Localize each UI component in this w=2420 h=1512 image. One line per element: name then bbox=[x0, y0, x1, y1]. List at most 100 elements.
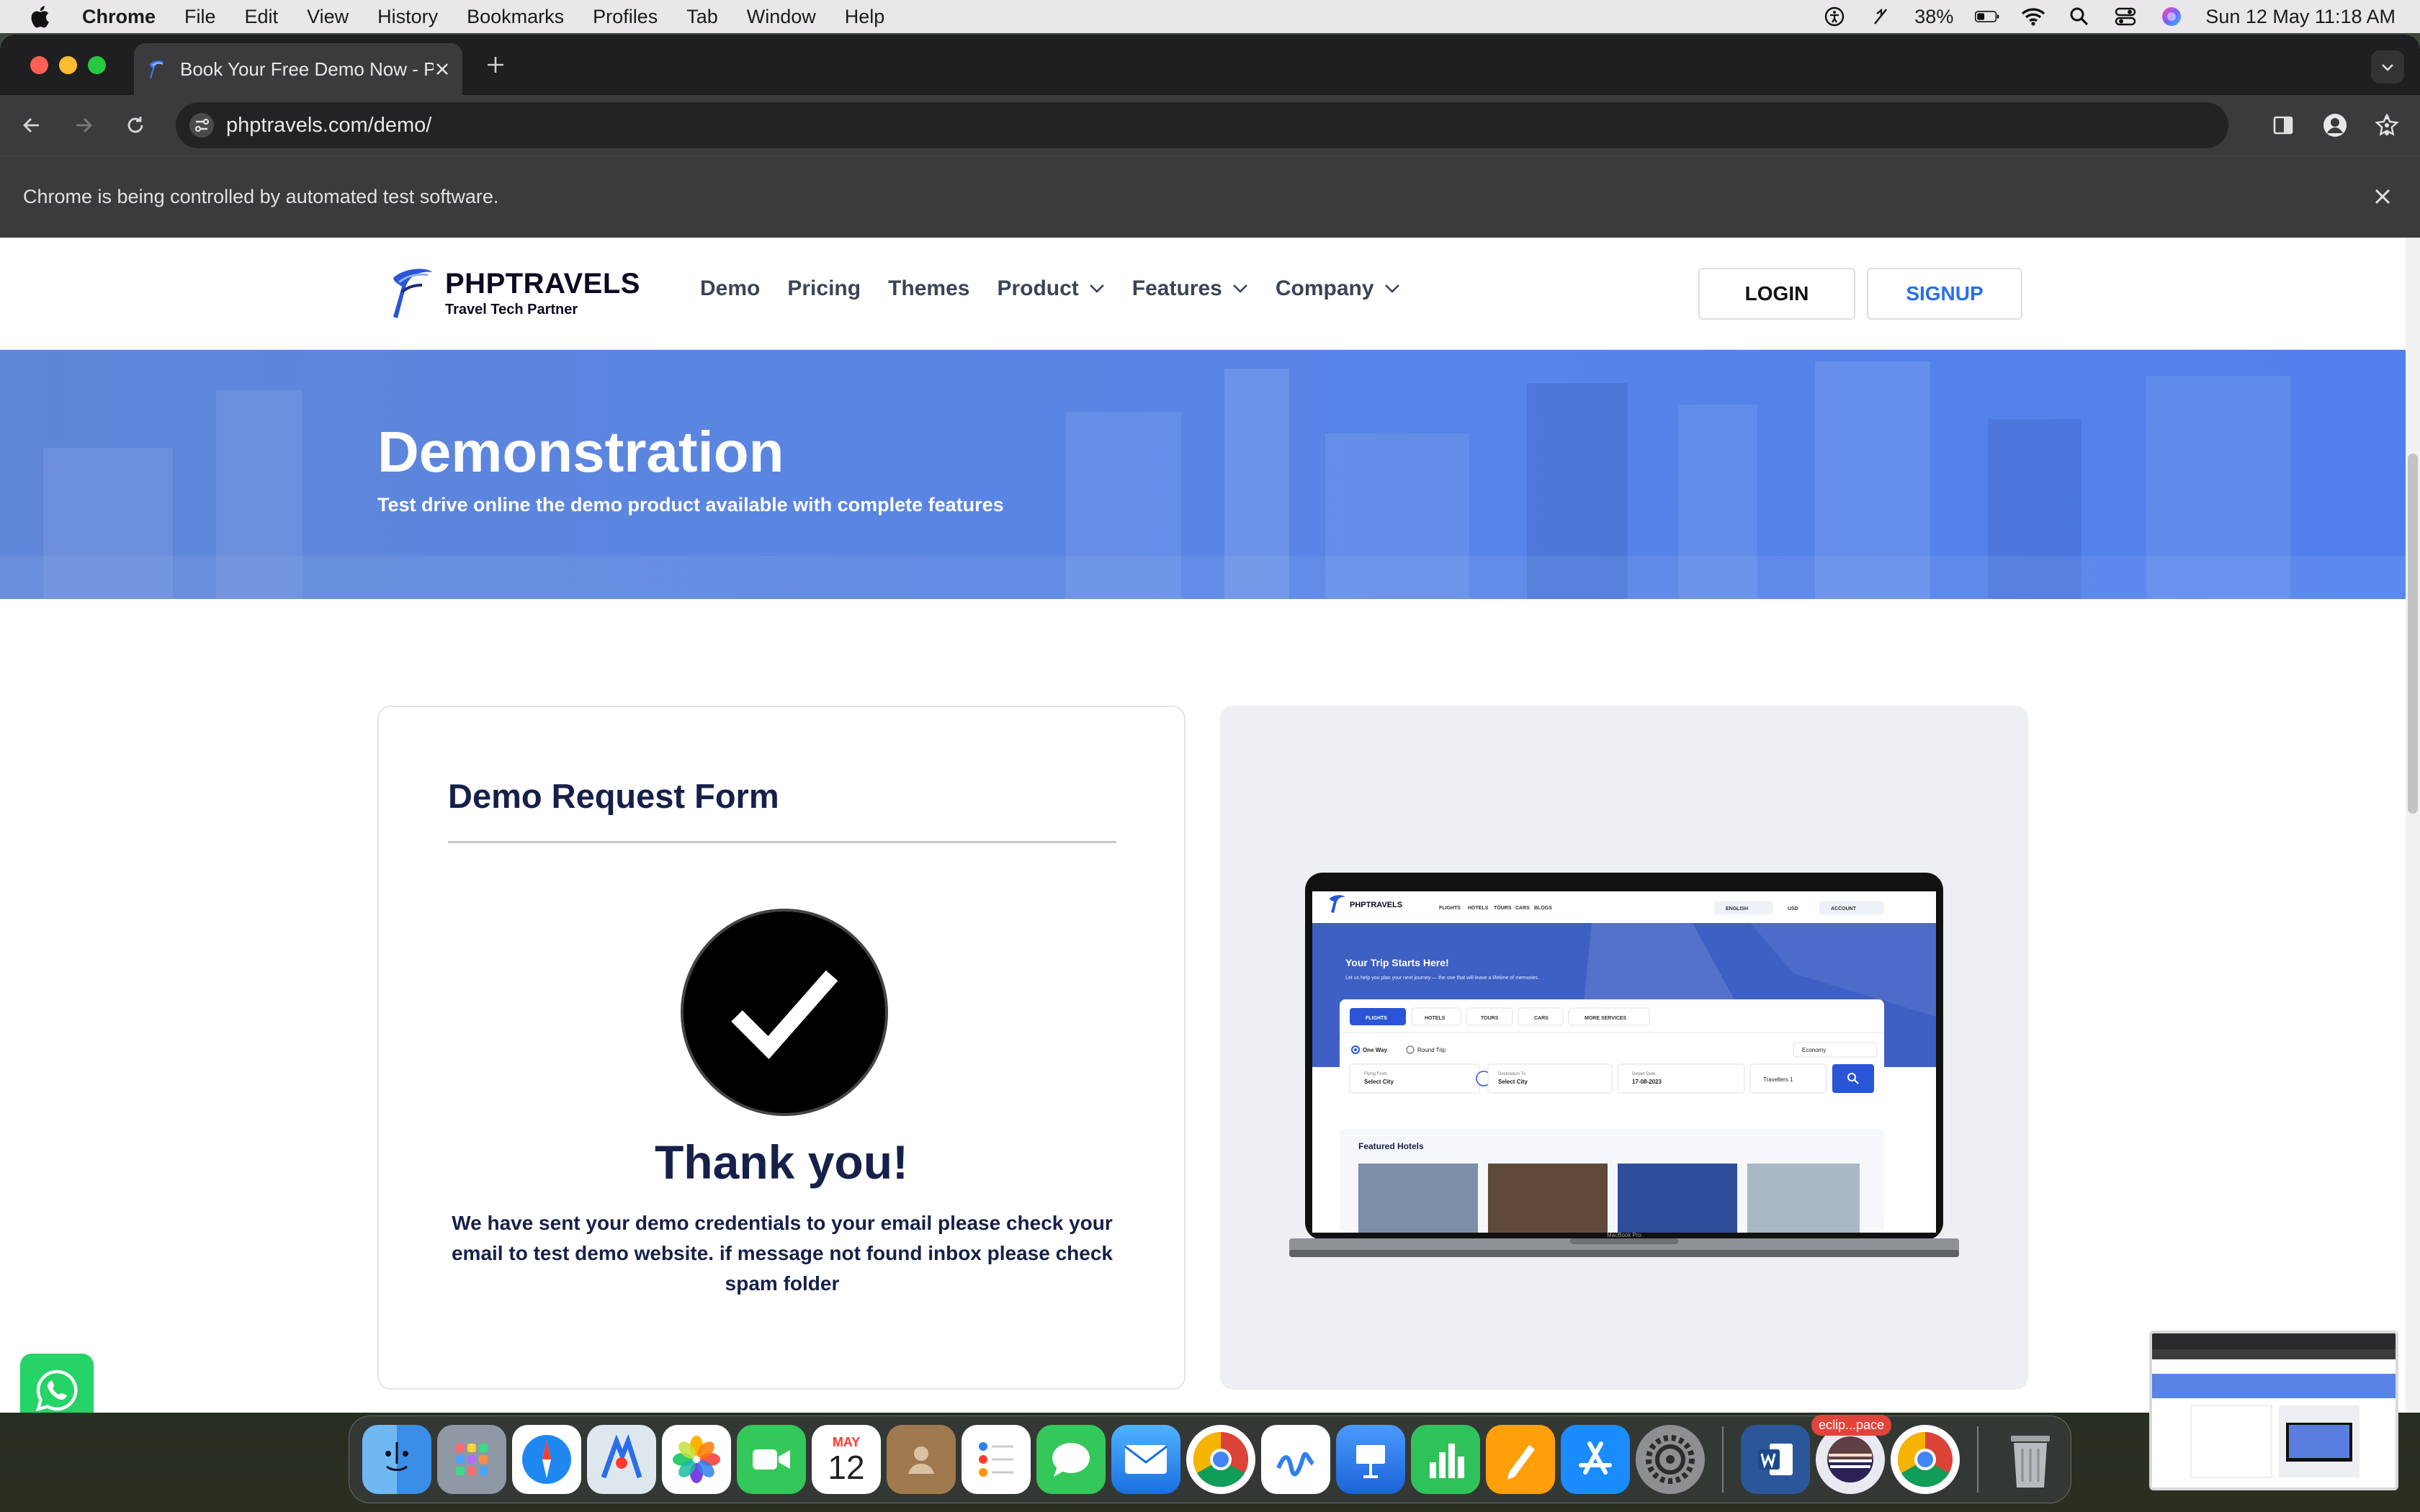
side-panel-icon bbox=[2273, 116, 2293, 135]
hero-subtitle: Test drive online the demo product avail… bbox=[377, 494, 1004, 516]
dock-freeform[interactable] bbox=[1261, 1425, 1330, 1494]
minimize-window-button[interactable] bbox=[59, 56, 77, 74]
page-scrollbar[interactable] bbox=[2406, 238, 2420, 1413]
menu-edit[interactable]: Edit bbox=[245, 6, 279, 28]
tab-active[interactable]: Book Your Free Demo Now - P bbox=[134, 43, 462, 95]
dock-keynote[interactable] bbox=[1336, 1425, 1405, 1494]
dock-photos[interactable] bbox=[662, 1425, 731, 1494]
profile-button[interactable] bbox=[2315, 105, 2355, 145]
favicon-icon bbox=[150, 60, 164, 78]
side-panel-button[interactable] bbox=[2263, 105, 2303, 145]
dock-calendar[interactable]: MAY 12 bbox=[812, 1425, 881, 1494]
close-window-button[interactable] bbox=[30, 56, 48, 74]
preview-headline: Your Trip Starts Here! bbox=[1345, 957, 1449, 968]
product-preview-card: PHPTRAVELS FLIGHTS HOTELS TOURS CARS BLO… bbox=[1220, 706, 2028, 1390]
address-bar[interactable]: phptravels.com/demo/ bbox=[176, 102, 2399, 148]
phptravels-logo-icon bbox=[393, 269, 432, 318]
login-button[interactable]: LOGIN bbox=[1698, 268, 1855, 320]
tab-title: Book Your Free Demo Now - P bbox=[180, 58, 434, 80]
preview-one-way: One Way bbox=[1363, 1047, 1387, 1053]
menu-tab[interactable]: Tab bbox=[686, 6, 718, 28]
dock-safari[interactable] bbox=[512, 1425, 581, 1494]
menu-clock[interactable]: Sun 12 May 11:18 AM bbox=[2205, 6, 2396, 28]
dock-system-settings[interactable] bbox=[1636, 1425, 1705, 1494]
window-thumbnail[interactable] bbox=[2149, 1331, 2398, 1490]
chrome-menu-button[interactable] bbox=[2367, 105, 2407, 145]
preview-tab-tours: TOURS bbox=[1481, 1016, 1499, 1021]
menu-file[interactable]: File bbox=[184, 6, 216, 28]
back-button[interactable] bbox=[12, 105, 52, 145]
dock-reminders[interactable] bbox=[962, 1425, 1031, 1494]
calendar-month: MAY bbox=[832, 1434, 861, 1449]
macos-dock: MAY 12 eclip...pace bbox=[349, 1415, 2071, 1503]
close-icon[interactable] bbox=[2370, 184, 2396, 210]
menu-app-name[interactable]: Chrome bbox=[82, 6, 156, 28]
menu-help[interactable]: Help bbox=[845, 6, 885, 28]
scrollbar-thumb[interactable] bbox=[2408, 454, 2418, 814]
preview-nav-hotels: HOTELS bbox=[1468, 906, 1489, 911]
chrome-icon bbox=[1897, 1431, 1953, 1488]
logo-name: PHPTRAVELS bbox=[445, 268, 640, 300]
wifi-icon[interactable] bbox=[2021, 6, 2045, 27]
tab-strip: Book Your Free Demo Now - P bbox=[0, 35, 2420, 95]
dock-chrome[interactable] bbox=[1186, 1425, 1255, 1494]
whatsapp-chat-button[interactable] bbox=[20, 1354, 94, 1413]
dock-facetime[interactable] bbox=[737, 1425, 806, 1494]
spotlight-search-icon[interactable] bbox=[2067, 6, 2092, 27]
contacts-icon bbox=[908, 1446, 934, 1474]
dock-chrome-2[interactable] bbox=[1891, 1425, 1960, 1494]
dock-numbers[interactable] bbox=[1411, 1425, 1480, 1494]
signup-button[interactable]: SIGNUP bbox=[1867, 268, 2022, 320]
dock-pages[interactable] bbox=[1486, 1425, 1555, 1494]
menu-profiles[interactable]: Profiles bbox=[593, 6, 658, 28]
control-center-icon[interactable] bbox=[2113, 6, 2138, 27]
dock-maps[interactable] bbox=[587, 1425, 656, 1494]
nav-features[interactable]: Features bbox=[1132, 276, 1248, 301]
maximize-window-button[interactable] bbox=[88, 56, 106, 74]
site-logo[interactable]: PHPTRAVELS Travel Tech Partner bbox=[386, 265, 640, 321]
siri-icon[interactable] bbox=[2159, 6, 2184, 27]
menu-history[interactable]: History bbox=[377, 6, 438, 28]
preview-logo: PHPTRAVELS bbox=[1350, 901, 1402, 909]
dock-contacts[interactable] bbox=[887, 1425, 956, 1494]
site-settings-icon[interactable] bbox=[189, 112, 215, 138]
menu-view[interactable]: View bbox=[307, 6, 349, 28]
app-store-icon bbox=[1579, 1441, 1612, 1475]
nav-demo[interactable]: Demo bbox=[700, 276, 760, 301]
dock-separator bbox=[1977, 1426, 1978, 1493]
reload-button[interactable] bbox=[115, 105, 156, 145]
kebab-menu-icon bbox=[2385, 115, 2389, 135]
preview-from-label: Flying From bbox=[1364, 1072, 1387, 1076]
dock-finder[interactable] bbox=[362, 1425, 431, 1494]
dock-app-store[interactable] bbox=[1561, 1425, 1630, 1494]
mute-icon[interactable] bbox=[1868, 6, 1893, 27]
nav-themes[interactable]: Themes bbox=[888, 276, 969, 301]
chevron-down-icon bbox=[1232, 284, 1247, 293]
preview-nav-cars: CARS bbox=[1515, 906, 1530, 911]
tab-close-icon[interactable] bbox=[434, 60, 451, 78]
dock-eclipse[interactable]: eclip...pace bbox=[1811, 1415, 1892, 1494]
menu-bookmarks[interactable]: Bookmarks bbox=[467, 6, 564, 28]
dock-messages[interactable] bbox=[1036, 1425, 1106, 1494]
apple-icon[interactable] bbox=[29, 4, 50, 29]
accessibility-icon[interactable] bbox=[1822, 6, 1847, 27]
forward-button[interactable] bbox=[63, 105, 104, 145]
nav-product[interactable]: Product bbox=[997, 276, 1104, 301]
nav-company[interactable]: Company bbox=[1276, 276, 1400, 301]
dock-word[interactable] bbox=[1741, 1425, 1810, 1494]
whatsapp-icon bbox=[35, 1369, 78, 1412]
dock-launchpad[interactable] bbox=[437, 1425, 506, 1494]
nav-pricing[interactable]: Pricing bbox=[787, 276, 861, 301]
hero-title: Demonstration bbox=[377, 420, 784, 484]
hero-banner: Demonstration Test drive online the demo… bbox=[0, 350, 2406, 599]
tab-search-button[interactable] bbox=[2371, 50, 2404, 84]
dock-mail[interactable] bbox=[1111, 1425, 1180, 1494]
numbers-icon bbox=[1430, 1444, 1464, 1478]
dock-trash[interactable] bbox=[1996, 1425, 2065, 1494]
new-tab-button[interactable] bbox=[481, 53, 510, 82]
nav-themes-label: Themes bbox=[888, 276, 970, 300]
battery-icon[interactable] bbox=[1975, 6, 1999, 27]
menu-window[interactable]: Window bbox=[747, 6, 816, 28]
nav-product-label: Product bbox=[997, 276, 1079, 300]
preview-account: ACCOUNT bbox=[1831, 906, 1857, 912]
